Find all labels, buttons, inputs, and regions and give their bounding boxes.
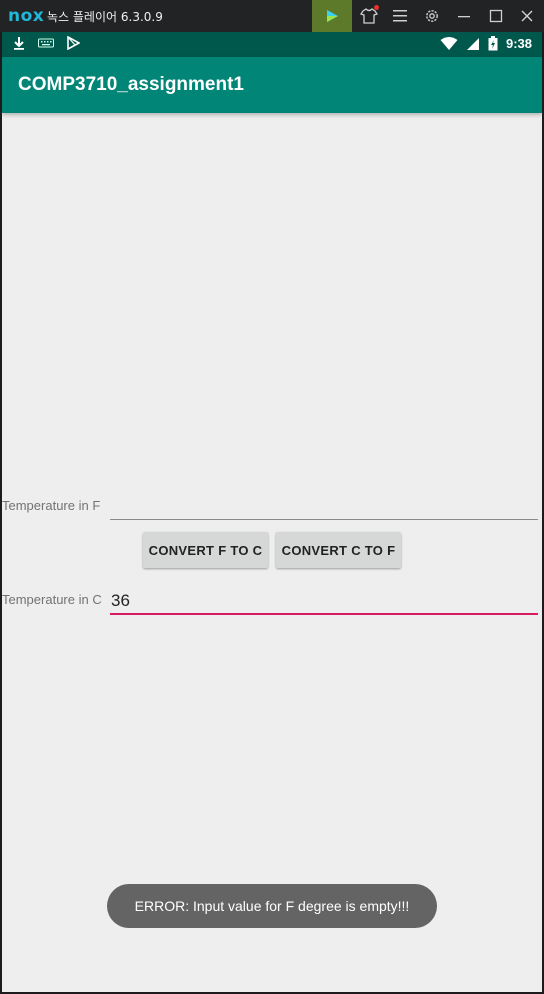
- play-button[interactable]: [312, 0, 352, 32]
- emulator-title: 녹스 플레이어 6.3.0.9: [47, 10, 163, 24]
- convert-c-to-f-button[interactable]: CONVERT C TO F: [276, 532, 401, 568]
- maximize-button[interactable]: [481, 0, 511, 32]
- nox-logo: nox: [8, 6, 45, 26]
- minimize-icon: [458, 16, 470, 18]
- temperature-c-label: Temperature in C: [2, 592, 102, 607]
- device-screen: 9:38 COMP3710_assignment1 Temperature in…: [2, 32, 542, 992]
- gear-icon: [426, 10, 438, 22]
- maximize-icon: [489, 9, 503, 23]
- play-icon: [327, 10, 338, 22]
- temperature-f-label: Temperature in F: [2, 498, 101, 513]
- battery-icon: [488, 36, 498, 51]
- status-time: 9:38: [505, 36, 532, 51]
- app-bar: COMP3710_assignment1: [2, 57, 542, 113]
- download-icon: [14, 37, 24, 50]
- shirt-button[interactable]: [354, 0, 384, 32]
- temperature-c-value: 36: [111, 591, 130, 610]
- shirt-icon: [360, 8, 378, 24]
- settings-button[interactable]: [417, 0, 447, 32]
- wifi-icon: [440, 36, 458, 50]
- app-title: COMP3710_assignment1: [18, 74, 244, 95]
- close-icon: [521, 10, 533, 22]
- menu-button[interactable]: [385, 0, 415, 32]
- menu-icon: [393, 10, 407, 22]
- close-button[interactable]: [512, 0, 542, 32]
- minimize-button[interactable]: [449, 0, 479, 32]
- temperature-f-input[interactable]: [110, 490, 538, 520]
- convert-f-to-c-button[interactable]: CONVERT F TO C: [143, 532, 268, 568]
- temperature-c-input[interactable]: 36: [110, 585, 538, 615]
- keyboard-icon: [38, 38, 54, 48]
- notification-dot: [374, 5, 379, 10]
- status-bar: 9:38: [2, 32, 542, 57]
- cell-signal-icon: [466, 37, 479, 50]
- play-store-icon: [67, 36, 80, 50]
- error-toast: ERROR: Input value for F degree is empty…: [107, 884, 437, 928]
- emulator-title-bar: nox 녹스 플레이어 6.3.0.9: [0, 0, 544, 32]
